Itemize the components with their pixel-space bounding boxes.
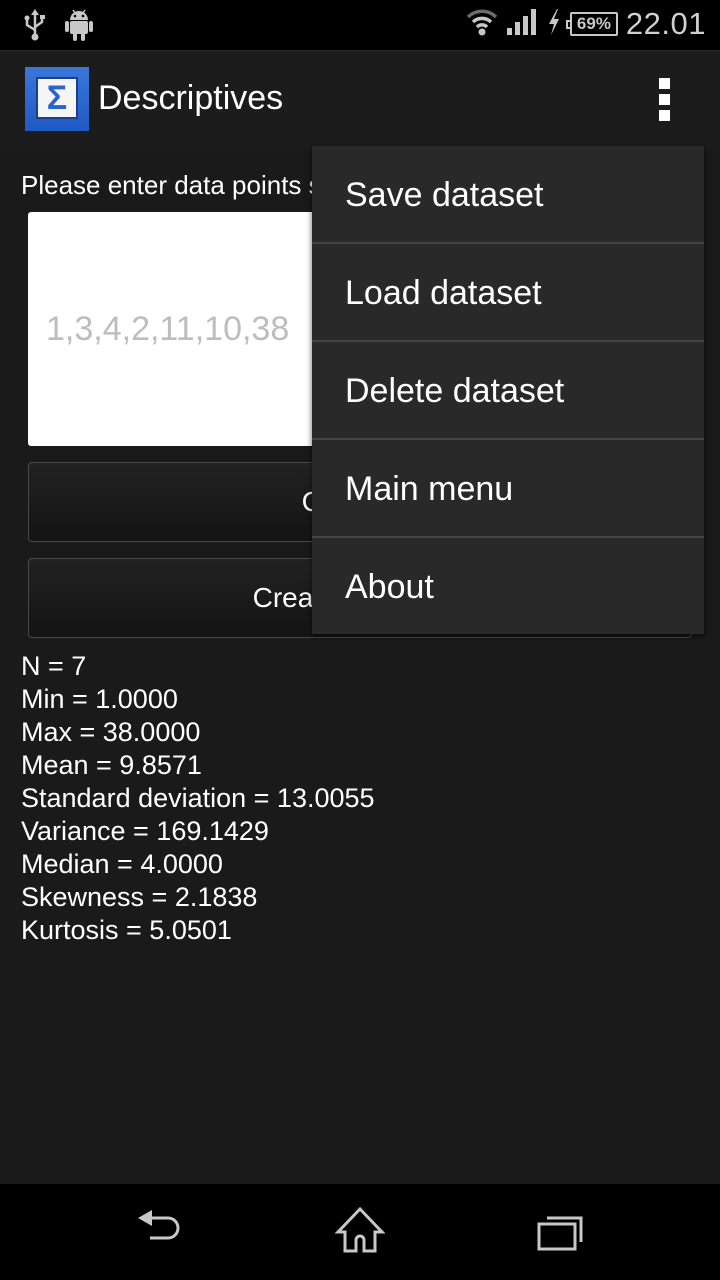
results-list: N = 7 Min = 1.0000 Max = 38.0000 Mean = … [21, 650, 375, 947]
back-icon [138, 1210, 180, 1240]
result-variance: Variance = 169.1429 [21, 816, 269, 846]
result-std-dev: Standard deviation = 13.0055 [21, 783, 375, 813]
menu-item-main-menu[interactable]: Main menu [312, 440, 704, 538]
menu-item-load-dataset[interactable]: Load dataset [312, 244, 704, 342]
android-debug-icon [64, 8, 94, 47]
menu-item-about[interactable]: About [312, 538, 704, 634]
recents-button[interactable] [530, 1206, 590, 1256]
status-bar: 69% 22.01 [0, 0, 720, 50]
usb-icon [22, 8, 48, 47]
more-vert-dot [658, 94, 670, 105]
more-vert-icon [658, 78, 670, 89]
navigation-bar [0, 1184, 720, 1280]
result-skewness: Skewness = 2.1838 [21, 882, 258, 912]
home-icon [334, 1206, 386, 1253]
result-mean: Mean = 9.8571 [21, 750, 202, 780]
signal-icon [506, 7, 538, 42]
more-vert-dot [658, 110, 670, 121]
result-kurtosis: Kurtosis = 5.0501 [21, 915, 232, 945]
app-title: Descriptives [98, 79, 284, 117]
battery-icon: 69% [565, 12, 618, 36]
battery-percent: 69% [576, 14, 611, 33]
overflow-menu: Save dataset Load dataset Delete dataset… [312, 146, 704, 634]
overflow-menu-button[interactable] [648, 75, 680, 125]
home-button[interactable] [330, 1206, 390, 1256]
sigma-icon: Σ [36, 77, 78, 119]
charging-icon [546, 7, 562, 42]
action-bar: Σ Descriptives [0, 50, 720, 147]
result-n: N = 7 [21, 651, 87, 681]
clock: 22.01 [625, 6, 706, 41]
result-min: Min = 1.0000 [21, 684, 178, 714]
result-max: Max = 38.0000 [21, 717, 201, 747]
back-button[interactable] [130, 1206, 190, 1256]
result-median: Median = 4.0000 [21, 849, 223, 879]
menu-item-delete-dataset[interactable]: Delete dataset [312, 342, 704, 440]
recents-icon [537, 1216, 583, 1251]
wifi-icon [466, 7, 498, 42]
menu-item-save-dataset[interactable]: Save dataset [312, 146, 704, 244]
app-icon[interactable]: Σ [25, 67, 89, 131]
